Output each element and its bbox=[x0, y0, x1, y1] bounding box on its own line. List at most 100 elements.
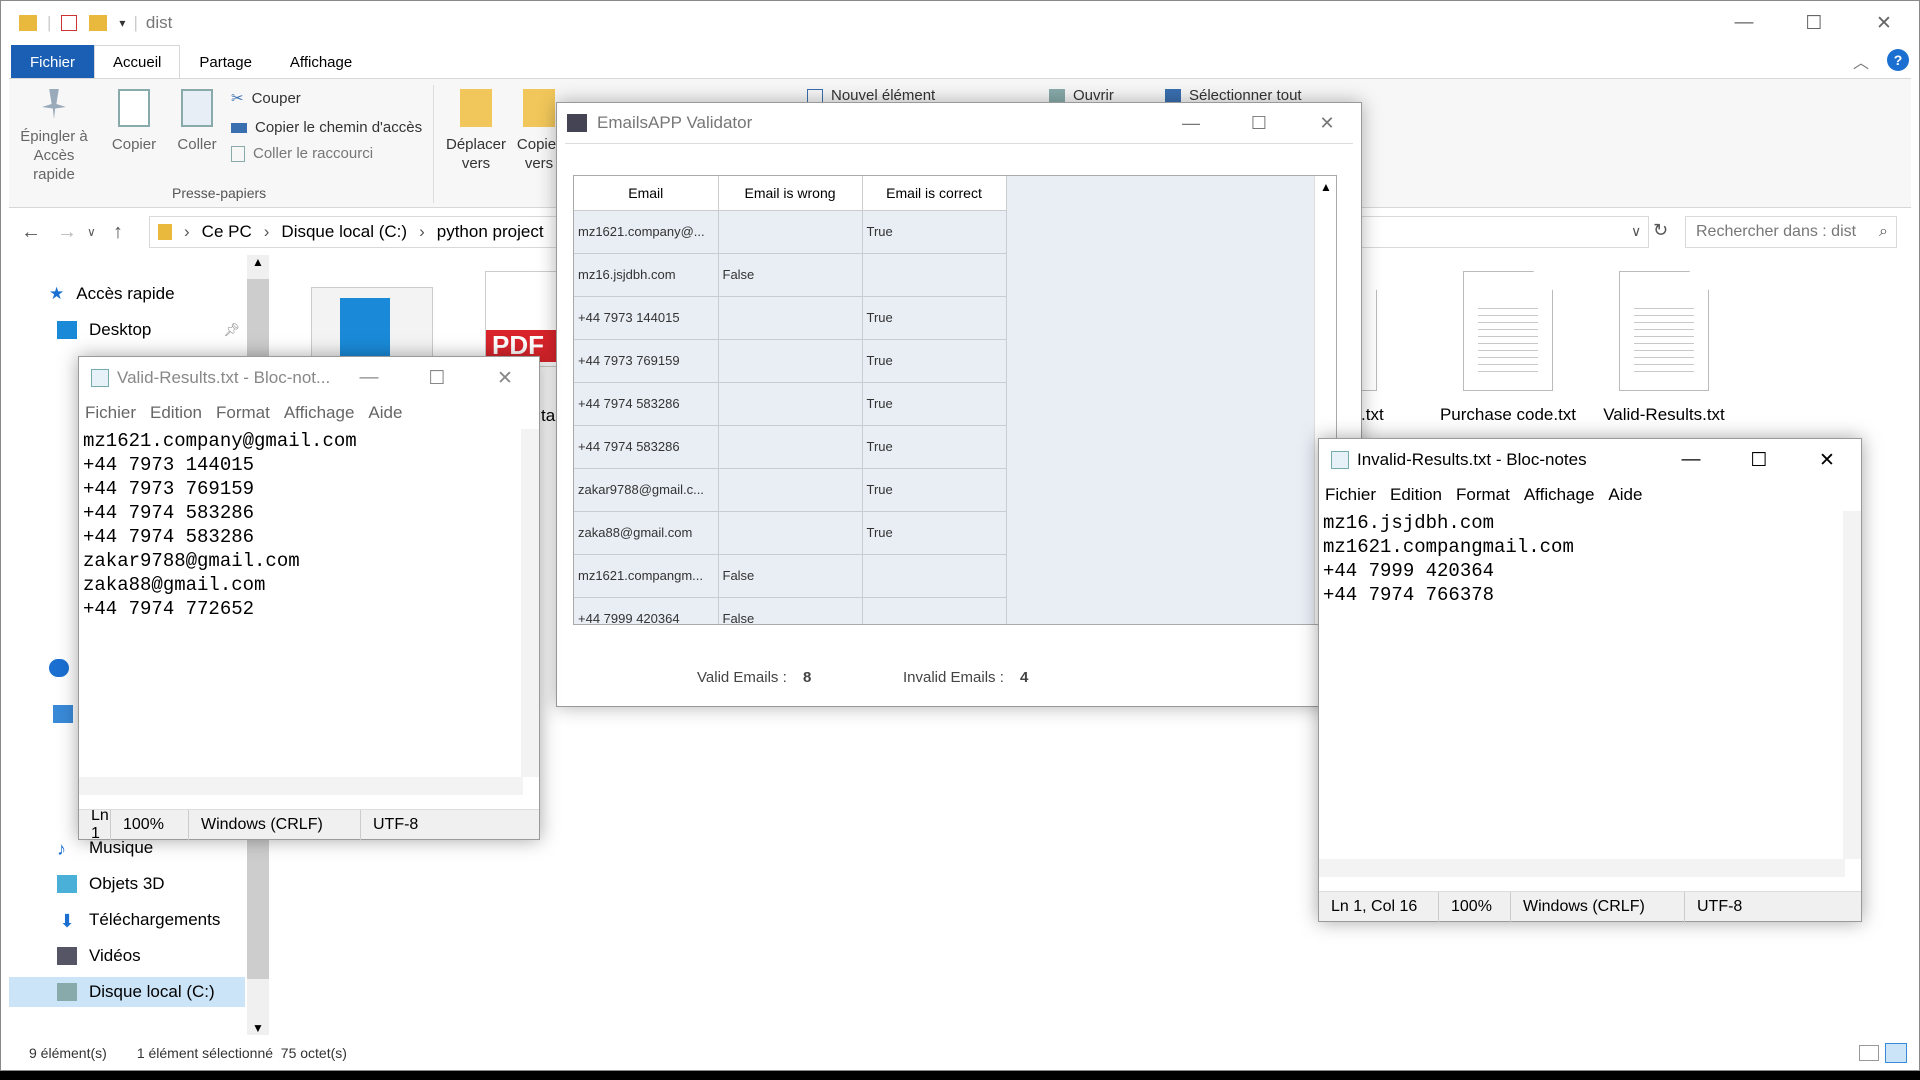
cell-email-wrong[interactable]: False bbox=[718, 554, 863, 598]
cell-email-wrong[interactable] bbox=[718, 382, 863, 426]
cell-email[interactable]: +44 7999 420364 bbox=[574, 597, 719, 624]
cell-email-wrong[interactable] bbox=[718, 210, 863, 254]
minimize-button[interactable]: — bbox=[1709, 1, 1779, 45]
nav-desktop[interactable]: Desktop 📌︎ bbox=[57, 315, 240, 345]
table-row[interactable]: zakar9788@gmail.c... True bbox=[574, 468, 1007, 512]
forward-arrow-icon[interactable]: → bbox=[57, 221, 87, 244]
table-row[interactable]: mz1621.company@... True bbox=[574, 210, 1007, 254]
menu-format[interactable]: Format bbox=[216, 403, 270, 423]
search-input[interactable]: Rechercher dans : dist ⌕ bbox=[1685, 216, 1897, 248]
large-icons-view-icon[interactable] bbox=[1885, 1043, 1907, 1063]
breadcrumb-python-project[interactable]: python project bbox=[437, 222, 544, 242]
close-button[interactable]: ✕ bbox=[1849, 1, 1919, 45]
table-row[interactable]: zaka88@gmail.com True bbox=[574, 511, 1007, 555]
cell-email-wrong[interactable]: False bbox=[718, 253, 863, 297]
nav-downloads[interactable]: ⬇ Téléchargements bbox=[57, 905, 220, 935]
cell-email[interactable]: zaka88@gmail.com bbox=[574, 511, 719, 555]
cell-email-correct[interactable]: True bbox=[862, 339, 1007, 383]
nav-local-disk[interactable]: Disque local (C:) bbox=[9, 977, 245, 1007]
cell-email-correct[interactable] bbox=[862, 554, 1007, 598]
cell-email-correct[interactable]: True bbox=[862, 468, 1007, 512]
cell-email-wrong[interactable] bbox=[718, 425, 863, 469]
pdf-file-icon[interactable]: PDF bbox=[485, 271, 566, 367]
menu-view[interactable]: Affichage bbox=[1524, 485, 1595, 505]
cell-email[interactable]: zakar9788@gmail.c... bbox=[574, 468, 719, 512]
breadcrumb-this-pc[interactable]: Ce PC bbox=[202, 222, 252, 242]
ribbon-collapse-icon[interactable]: ︿ bbox=[1853, 49, 1869, 73]
paste-shortcut-button[interactable]: Coller le raccourci bbox=[231, 145, 373, 162]
cell-email-correct[interactable]: True bbox=[862, 210, 1007, 254]
close-button[interactable]: ✕ bbox=[1793, 439, 1861, 481]
copy-path-button[interactable]: Copier le chemin d'accès bbox=[231, 119, 422, 136]
nav-3d-objects[interactable]: Objets 3D bbox=[57, 869, 165, 899]
move-to-button[interactable]: Déplacer vers bbox=[441, 89, 511, 173]
copy-button[interactable]: Copier bbox=[109, 89, 159, 154]
close-button[interactable]: ✕ bbox=[471, 357, 539, 399]
breadcrumb-local-disk[interactable]: Disque local (C:) bbox=[281, 222, 407, 242]
details-view-icon[interactable] bbox=[1859, 1045, 1879, 1061]
cut-button[interactable]: ✂ Couper bbox=[231, 89, 301, 108]
menu-edit[interactable]: Edition bbox=[1390, 485, 1442, 505]
vertical-scrollbar[interactable] bbox=[1843, 511, 1861, 859]
pin-quick-access-button[interactable]: Épingler à Accès rapide bbox=[19, 89, 89, 184]
cell-email-correct[interactable]: True bbox=[862, 511, 1007, 555]
minimize-button[interactable]: — bbox=[335, 357, 403, 399]
cell-email-wrong[interactable] bbox=[718, 296, 863, 340]
nav-videos[interactable]: Vidéos bbox=[57, 941, 141, 971]
menu-edit[interactable]: Edition bbox=[150, 403, 202, 423]
table-row[interactable]: +44 7974 583286 True bbox=[574, 425, 1007, 469]
notepad-valid-text[interactable]: mz1621.company@gmail.com +44 7973 144015 +… bbox=[83, 429, 357, 621]
tab-home[interactable]: Accueil bbox=[94, 45, 181, 79]
table-row[interactable]: +44 7999 420364 False bbox=[574, 597, 1007, 624]
cell-email-wrong[interactable] bbox=[718, 468, 863, 512]
table-row[interactable]: mz1621.compangm... False bbox=[574, 554, 1007, 598]
menu-format[interactable]: Format bbox=[1456, 485, 1510, 505]
cell-email-wrong[interactable]: False bbox=[718, 597, 863, 624]
paste-button[interactable]: Coller bbox=[172, 89, 222, 154]
horizontal-scrollbar[interactable] bbox=[79, 777, 523, 795]
menu-view[interactable]: Affichage bbox=[284, 403, 355, 423]
recent-chevron-icon[interactable]: ∨ bbox=[87, 225, 113, 239]
scroll-down-icon[interactable]: ▼ bbox=[252, 1021, 264, 1035]
address-dropdown-icon[interactable]: ∨ bbox=[1631, 223, 1641, 240]
scroll-up-icon[interactable]: ▲ bbox=[252, 255, 264, 269]
tab-view[interactable]: Affichage bbox=[271, 45, 371, 79]
cell-email[interactable]: +44 7973 769159 bbox=[574, 339, 719, 383]
nav-quick-access[interactable]: ★ Accès rapide bbox=[49, 279, 175, 309]
menu-file[interactable]: Fichier bbox=[1325, 485, 1376, 505]
customize-chevron-icon[interactable]: ▾ bbox=[119, 16, 125, 30]
menu-file[interactable]: Fichier bbox=[85, 403, 136, 423]
file-thumbnail-app[interactable] bbox=[311, 287, 433, 367]
back-arrow-icon[interactable]: ← bbox=[21, 221, 57, 244]
header-email[interactable]: Email bbox=[574, 176, 719, 211]
vertical-scrollbar[interactable] bbox=[521, 429, 539, 777]
tab-share[interactable]: Partage bbox=[180, 45, 271, 79]
maximize-button[interactable]: ☐ bbox=[1779, 1, 1849, 45]
properties-icon[interactable] bbox=[61, 15, 78, 31]
menu-help[interactable]: Aide bbox=[368, 403, 402, 423]
table-row[interactable]: +44 7974 583286 True bbox=[574, 382, 1007, 426]
notepad-invalid-text[interactable]: mz16.jsjdbh.com mz1621.compangmail.com +44… bbox=[1323, 511, 1574, 607]
cell-email[interactable]: mz16.jsjdbh.com bbox=[574, 253, 719, 297]
file-item-valid-results[interactable]: Valid-Results.txt bbox=[1579, 271, 1749, 425]
table-row[interactable]: +44 7973 769159 True bbox=[574, 339, 1007, 383]
maximize-button[interactable]: ☐ bbox=[403, 357, 471, 399]
tab-file[interactable]: Fichier bbox=[11, 45, 95, 79]
maximize-button[interactable]: ☐ bbox=[1725, 439, 1793, 481]
cell-email-wrong[interactable] bbox=[718, 339, 863, 383]
cell-email-correct[interactable]: True bbox=[862, 425, 1007, 469]
file-item-purchase-code[interactable]: Purchase code.txt bbox=[1423, 271, 1593, 425]
table-row[interactable]: mz16.jsjdbh.com False bbox=[574, 253, 1007, 297]
header-email-correct[interactable]: Email is correct bbox=[862, 176, 1007, 211]
cell-email[interactable]: +44 7974 583286 bbox=[574, 382, 719, 426]
header-email-wrong[interactable]: Email is wrong bbox=[718, 176, 863, 211]
cell-email-correct[interactable]: True bbox=[862, 296, 1007, 340]
refresh-icon[interactable]: ↻ bbox=[1653, 220, 1668, 241]
cell-email[interactable]: mz1621.compangm... bbox=[574, 554, 719, 598]
new-folder-icon[interactable] bbox=[89, 15, 108, 31]
help-icon[interactable]: ? bbox=[1887, 49, 1909, 71]
up-arrow-icon[interactable]: ↑ bbox=[113, 221, 139, 244]
horizontal-scrollbar[interactable] bbox=[1319, 859, 1845, 877]
menu-help[interactable]: Aide bbox=[1608, 485, 1642, 505]
cell-email[interactable]: +44 7974 583286 bbox=[574, 425, 719, 469]
